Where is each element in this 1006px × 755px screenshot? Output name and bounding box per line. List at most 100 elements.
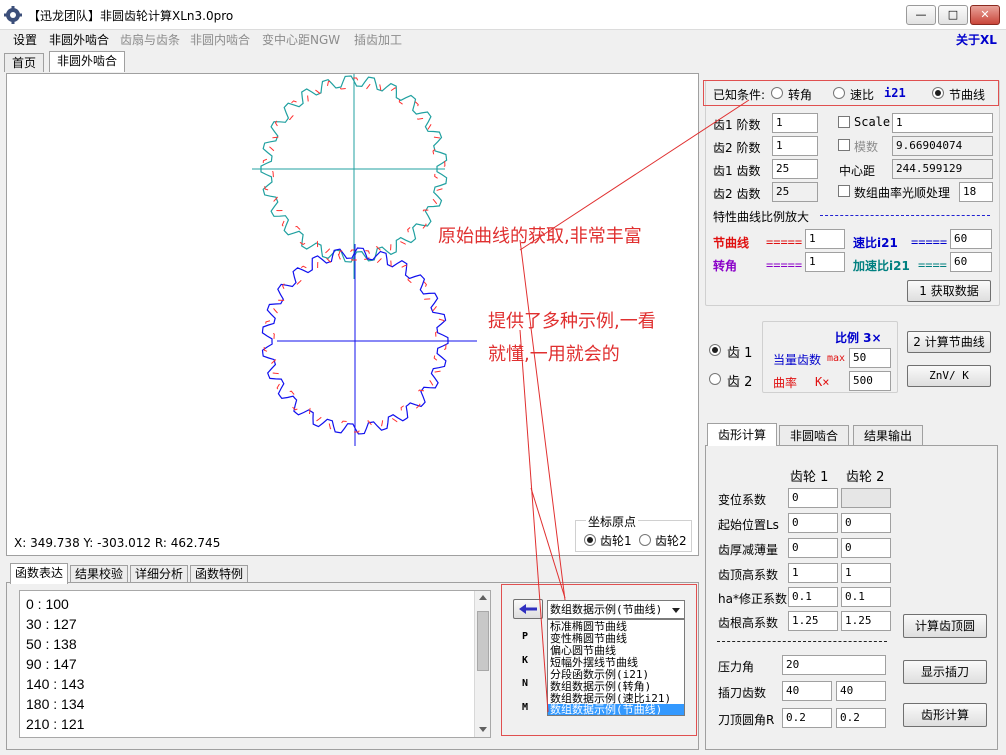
g2-order-label: 齿2 阶数 <box>713 141 761 155</box>
tab-external-mesh[interactable]: 非圆外啮合 <box>49 51 126 72</box>
calc-pitch-button[interactable]: 2 计算节曲线 <box>907 331 991 353</box>
smooth-label: 数组曲率光顺处理 <box>854 186 951 200</box>
tab-home[interactable]: 首页 <box>4 53 45 72</box>
ratio-scale-input[interactable]: 60 <box>950 229 992 249</box>
function-line: 210 : 121 <box>26 716 85 732</box>
thinning-g2[interactable]: 0 <box>841 538 891 558</box>
menu-bar: 设置 非圆外啮合 齿扇与齿条 非圆内啮合 变中心距NGW 插齿加工 关于XL <box>0 30 1006 50</box>
chevron-down-icon[interactable] <box>672 608 680 613</box>
menu-internal-mesh[interactable]: 非圆内啮合 <box>190 30 250 50</box>
maximize-button[interactable]: □ <box>938 5 968 25</box>
addendum-g1[interactable]: 1 <box>788 563 838 583</box>
side-letter-m: M <box>522 702 529 713</box>
start-pos-label: 起始位置Ls <box>718 518 779 532</box>
scale-label: Scale <box>854 115 891 129</box>
pressure-angle-input[interactable]: 20 <box>782 655 886 675</box>
tip-radius-g1[interactable]: 0.2 <box>782 708 832 728</box>
origin-gear1-label: 齿轮1 <box>600 534 632 548</box>
dedendum-g2[interactable]: 1.25 <box>841 611 891 631</box>
function-line: 0 : 100 <box>26 596 69 612</box>
scroll-up-icon[interactable] <box>479 595 487 600</box>
cutter-teeth-g1[interactable]: 40 <box>782 681 832 701</box>
example-option[interactable]: 数组数据示例(转角) <box>550 681 651 692</box>
cond-angle-radio[interactable] <box>771 87 783 99</box>
origin-gear2-radio[interactable] <box>639 534 651 546</box>
accel-scale-eq: ==== <box>918 258 947 272</box>
eq-teeth-input[interactable]: 50 <box>849 348 891 368</box>
g1-teeth-label: 齿1 齿数 <box>713 164 761 178</box>
minimize-button[interactable]: — <box>906 5 936 25</box>
shift-coef-g1[interactable]: 0 <box>788 488 838 508</box>
function-textarea[interactable]: 0 : 100 30 : 127 50 : 138 90 : 147 140 :… <box>19 590 491 738</box>
g1-teeth-input[interactable]: 25 <box>772 159 818 179</box>
tooth-calc-button[interactable]: 齿形计算 <box>903 703 987 727</box>
scroll-thumb[interactable] <box>477 611 489 671</box>
tab-function-special[interactable]: 函数特例 <box>190 565 249 582</box>
example-option[interactable]: 偏心圆节曲线 <box>550 645 616 656</box>
ratio-gear1-radio[interactable] <box>709 344 721 356</box>
start-pos-g1[interactable]: 0 <box>788 513 838 533</box>
function-line: 180 : 134 <box>26 696 85 712</box>
scroll-down-icon[interactable] <box>479 727 487 732</box>
g2-teeth-value: 25 <box>772 182 818 202</box>
cond-pitch-radio[interactable] <box>932 87 944 99</box>
g2-order-input[interactable]: 1 <box>772 136 818 156</box>
function-scrollbar[interactable] <box>474 591 490 737</box>
scale-input[interactable]: 1 <box>892 113 993 133</box>
smooth-checkbox[interactable] <box>838 185 850 197</box>
menu-sector-rack[interactable]: 齿扇与齿条 <box>120 30 180 50</box>
tab-detail-analysis[interactable]: 详细分析 <box>130 565 189 582</box>
annotation-examples-2: 就懂,一用就会的 <box>488 344 620 365</box>
ratio-gear2-radio[interactable] <box>709 373 721 385</box>
ratio-gear2-label: 齿 2 <box>727 375 753 390</box>
origin-gear1-radio[interactable] <box>584 534 596 546</box>
example-option-selected[interactable]: 数组数据示例(节曲线) <box>548 704 684 715</box>
cond-ratio-label: 速比 <box>850 88 875 102</box>
close-button[interactable]: ✕ <box>970 5 1000 25</box>
cond-ratio-radio[interactable] <box>833 87 845 99</box>
tab-tooth-calc[interactable]: 齿形计算 <box>707 423 778 446</box>
start-pos-g2[interactable]: 0 <box>841 513 891 533</box>
dedendum-g1[interactable]: 1.25 <box>788 611 838 631</box>
example-option[interactable]: 分段函数示例(i21) <box>550 669 649 680</box>
accel-scale-input[interactable]: 60 <box>950 252 992 272</box>
pitch-scale-input[interactable]: 1 <box>805 229 845 249</box>
ha-correction-g1[interactable]: 0.1 <box>788 587 838 607</box>
menu-settings[interactable]: 设置 <box>13 30 37 50</box>
magnify-divider <box>820 215 990 216</box>
scale-checkbox[interactable] <box>838 116 850 128</box>
thinning-g1[interactable]: 0 <box>788 538 838 558</box>
g1-order-input[interactable]: 1 <box>772 113 818 133</box>
ratio-scale-eq: ===== <box>911 235 948 249</box>
ratio-gear1-label: 齿 1 <box>727 346 753 361</box>
example-option[interactable]: 标准椭圆节曲线 <box>550 621 627 632</box>
back-arrow-button[interactable] <box>513 599 543 619</box>
ratio-scale-label: 速比i21 <box>853 236 898 250</box>
module-value: 9.66904074 <box>892 136 993 156</box>
tab-result-check[interactable]: 结果校验 <box>70 565 129 582</box>
znv-button[interactable]: ZnV/ K <box>907 365 991 387</box>
tip-radius-g2[interactable]: 0.2 <box>836 708 886 728</box>
tab-results-output[interactable]: 结果输出 <box>853 425 924 446</box>
examples-select[interactable]: 数组数据示例(节曲线) <box>547 600 685 619</box>
curvature-input[interactable]: 500 <box>849 371 891 391</box>
tab-noncircular-mesh[interactable]: 非圆啮合 <box>779 425 850 446</box>
tooth-head-gear2: 齿轮 2 <box>846 470 885 485</box>
smooth-input[interactable]: 18 <box>959 182 993 202</box>
calc-tip-circle-button[interactable]: 计算齿顶圆 <box>903 614 987 638</box>
menu-about[interactable]: 关于XL <box>956 30 997 50</box>
addendum-g2[interactable]: 1 <box>841 563 891 583</box>
angle-scale-input[interactable]: 1 <box>805 252 845 272</box>
cutter-teeth-g2[interactable]: 40 <box>836 681 886 701</box>
example-option[interactable]: 变性椭圆节曲线 <box>550 633 627 644</box>
menu-external-mesh[interactable]: 非圆外啮合 <box>49 30 109 50</box>
examples-selected-value: 数组数据示例(节曲线) <box>550 603 663 616</box>
menu-shaping[interactable]: 插齿加工 <box>354 30 402 50</box>
menu-ngw[interactable]: 变中心距NGW <box>262 30 340 50</box>
example-option[interactable]: 短幅外摆线节曲线 <box>550 657 638 668</box>
get-data-button[interactable]: 1 获取数据 <box>907 280 991 302</box>
module-checkbox[interactable] <box>838 139 850 151</box>
tab-function-expr[interactable]: 函数表达 <box>10 563 69 584</box>
show-cutter-button[interactable]: 显示插刀 <box>903 660 987 684</box>
ha-correction-g2[interactable]: 0.1 <box>841 587 891 607</box>
